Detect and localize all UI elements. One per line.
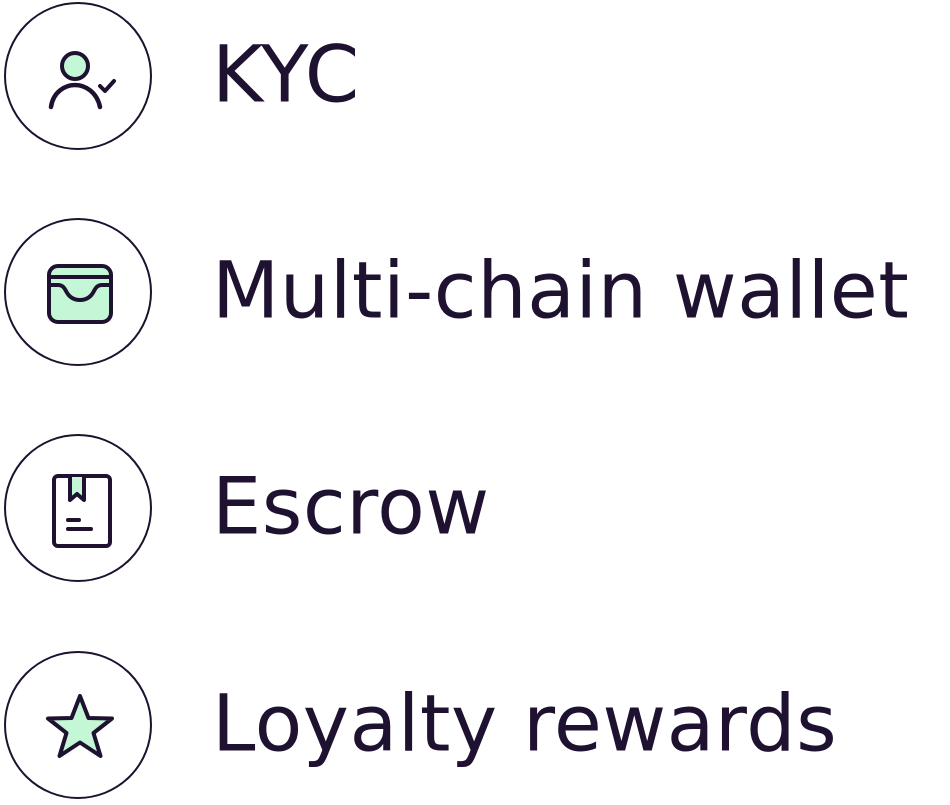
feature-label: Escrow [212,462,490,553]
feature-item-multi-chain-wallet: Multi-chain wallet [0,218,950,370]
feature-label: Loyalty rewards [212,679,838,770]
feature-item-escrow: Escrow [0,434,950,586]
icon-badge [4,2,152,150]
icon-badge [4,651,152,799]
wallet-icon [47,264,113,324]
icon-badge [4,218,152,366]
feature-item-kyc: KYC [0,2,950,154]
bookmarked-document-icon [52,474,112,548]
star-icon [46,694,114,758]
user-check-icon [48,51,116,110]
feature-label: Multi-chain wallet [212,246,910,337]
feature-label: KYC [212,30,360,121]
feature-item-loyalty-rewards: Loyalty rewards [0,651,950,803]
feature-list: KYC Multi-chain wallet Escrow Loyalty re… [0,0,950,805]
icon-badge [4,434,152,582]
